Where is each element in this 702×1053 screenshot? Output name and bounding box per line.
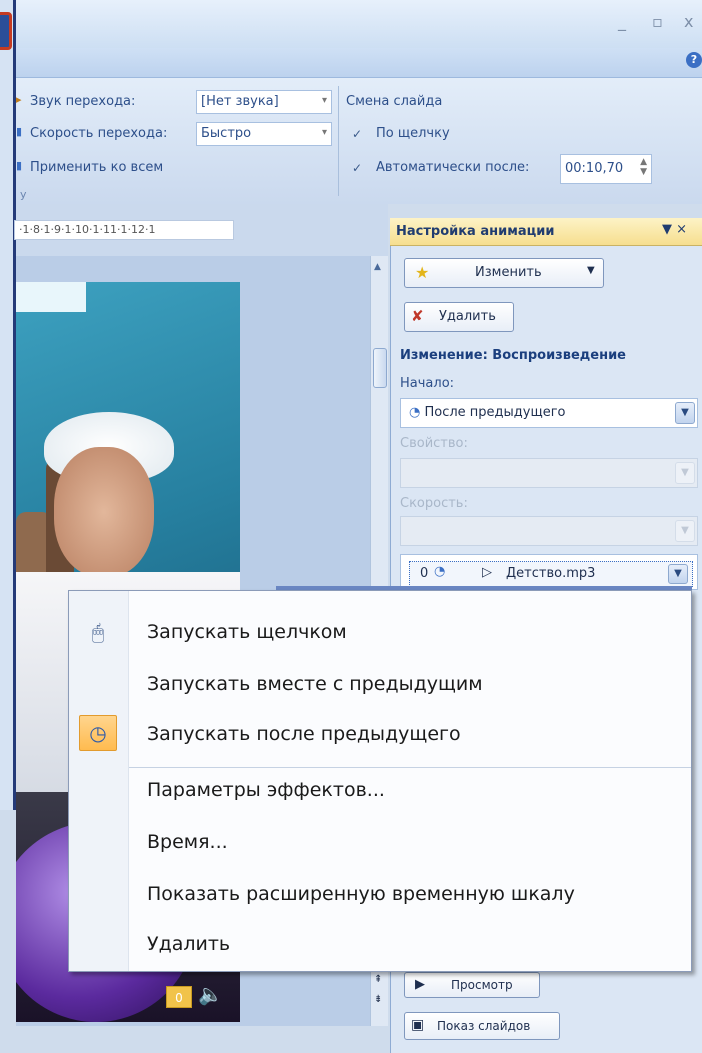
- on-click-label: По щелчку: [376, 126, 450, 141]
- animation-order: 0: [420, 566, 429, 581]
- menu-separator: [129, 767, 691, 768]
- apply-all-icon: ▮: [16, 159, 23, 172]
- sound-order-badge: 0: [166, 986, 192, 1008]
- chevron-down-icon: ▾: [321, 127, 327, 138]
- auto-after-label: Автоматически после:: [376, 160, 530, 175]
- apply-all-button[interactable]: Применить ко всем: [30, 160, 163, 175]
- maximize-button[interactable]: ▫: [652, 12, 663, 31]
- next-slide-icon[interactable]: ⇟: [374, 994, 382, 1005]
- ribbon-group-separator: [338, 86, 339, 196]
- transition-speed-value: Быстро: [201, 126, 252, 141]
- slideshow-button-label: Показ слайдов: [437, 1019, 531, 1033]
- on-click-checkbox[interactable]: ✓: [352, 127, 362, 141]
- transition-sound-select[interactable]: [Нет звука] ▾: [196, 90, 332, 114]
- auto-after-time-input[interactable]: 00:10,70 ▲ ▼: [560, 154, 652, 184]
- scrollbar-thumb[interactable]: [373, 348, 387, 388]
- ribbon-tabs-strip: [16, 48, 702, 78]
- context-menu: 🖱 Запускать щелчком Запускать вместе с п…: [68, 590, 692, 972]
- title-bar: [16, 0, 702, 48]
- start-select-value: После предыдущего: [424, 405, 566, 420]
- chevron-down-icon: ▼: [675, 402, 695, 424]
- menu-item-start-after-previous[interactable]: Запускать после предыдущего: [147, 723, 461, 745]
- scroll-up-icon[interactable]: ▲: [374, 262, 381, 272]
- property-select: ▼: [400, 458, 698, 488]
- left-window-edge: [0, 0, 16, 810]
- chevron-down-icon[interactable]: ▼: [668, 564, 688, 584]
- star-icon: ★: [415, 263, 430, 282]
- play-button-label: Просмотр: [451, 978, 513, 992]
- horizontal-ruler: ·1·8·1·9·1·10·1·11·1·12·1: [14, 220, 234, 240]
- menu-item-start-on-click[interactable]: Запускать щелчком: [147, 621, 347, 643]
- sound-icon: ▸: [16, 93, 22, 106]
- clock-icon: ◷: [79, 715, 117, 751]
- slideshow-icon: ▣: [411, 1017, 425, 1033]
- clock-icon: ◔: [409, 405, 421, 420]
- photo-girl-face: [54, 447, 154, 577]
- spinner-icon[interactable]: ▲ ▼: [640, 157, 647, 177]
- effect-title: Изменение: Воспроизведение: [400, 348, 627, 363]
- chevron-down-icon: ▼: [587, 265, 595, 276]
- change-effect-button[interactable]: ★ Изменить ▼: [404, 258, 604, 288]
- previous-slide-icon[interactable]: ⇞: [374, 974, 382, 985]
- change-effect-label: Изменить: [475, 265, 542, 280]
- pane-title: Настройка анимации: [396, 224, 555, 239]
- menu-item-effect-options[interactable]: Параметры эффектов...: [147, 779, 385, 801]
- play-icon: ▷: [482, 565, 492, 580]
- pane-options-icon[interactable]: ▼ ×: [662, 222, 687, 237]
- speed-label: Скорость:: [400, 496, 468, 511]
- play-icon: ▶: [415, 977, 425, 992]
- chevron-down-icon: ▾: [321, 95, 327, 106]
- menu-item-start-with-previous[interactable]: Запускать вместе с предыдущим: [147, 673, 483, 695]
- transition-speed-label: Скорость перехода:: [30, 126, 168, 141]
- menu-item-timing[interactable]: Время...: [147, 831, 228, 853]
- menu-item-advanced-timeline[interactable]: Показать расширенную временную шкалу: [147, 883, 575, 905]
- delete-icon: ✘: [411, 307, 424, 325]
- clock-icon: ◔: [434, 564, 446, 579]
- pane-header: Настройка анимации ▼ ×: [390, 218, 702, 246]
- speed-select: ▼: [400, 516, 698, 546]
- speaker-icon[interactable]: 🔈: [198, 982, 223, 1006]
- slideshow-button[interactable]: ▣ Показ слайдов: [404, 1012, 560, 1040]
- chevron-down-icon: ▼: [675, 520, 695, 542]
- start-label: Начало:: [400, 376, 455, 391]
- delete-effect-label: Удалить: [439, 309, 496, 324]
- transition-sound-value: [Нет звука]: [201, 94, 279, 109]
- animation-list-item[interactable]: 0 ◔ ▷ Детство.mp3 ▼: [409, 561, 693, 587]
- close-button[interactable]: x: [684, 12, 693, 31]
- transition-sound-label: Звук перехода:: [30, 94, 136, 109]
- chevron-down-icon: ▼: [675, 462, 695, 484]
- help-icon[interactable]: ?: [686, 52, 702, 68]
- minimize-button[interactable]: _: [618, 12, 626, 31]
- ribbon-group-label: у: [20, 188, 27, 201]
- delete-effect-button[interactable]: ✘ Удалить: [404, 302, 514, 332]
- photo-light: [16, 282, 86, 312]
- menu-item-remove[interactable]: Удалить: [147, 933, 230, 955]
- office-button-edge[interactable]: [0, 12, 12, 50]
- play-button[interactable]: ▶ Просмотр: [404, 972, 540, 998]
- slide-change-title: Смена слайда: [346, 94, 443, 109]
- property-label: Свойство:: [400, 436, 468, 451]
- animation-list[interactable]: 0 ◔ ▷ Детство.mp3 ▼: [400, 554, 698, 590]
- auto-after-checkbox[interactable]: ✓: [352, 161, 362, 175]
- speed-icon: ▮: [16, 125, 23, 138]
- mouse-icon: 🖱: [92, 620, 104, 644]
- animation-name: Детство.mp3: [506, 566, 596, 581]
- transition-speed-select[interactable]: Быстро ▾: [196, 122, 332, 146]
- auto-after-time-value: 00:10,70: [565, 161, 624, 176]
- start-select[interactable]: ◔ После предыдущего ▼: [400, 398, 698, 428]
